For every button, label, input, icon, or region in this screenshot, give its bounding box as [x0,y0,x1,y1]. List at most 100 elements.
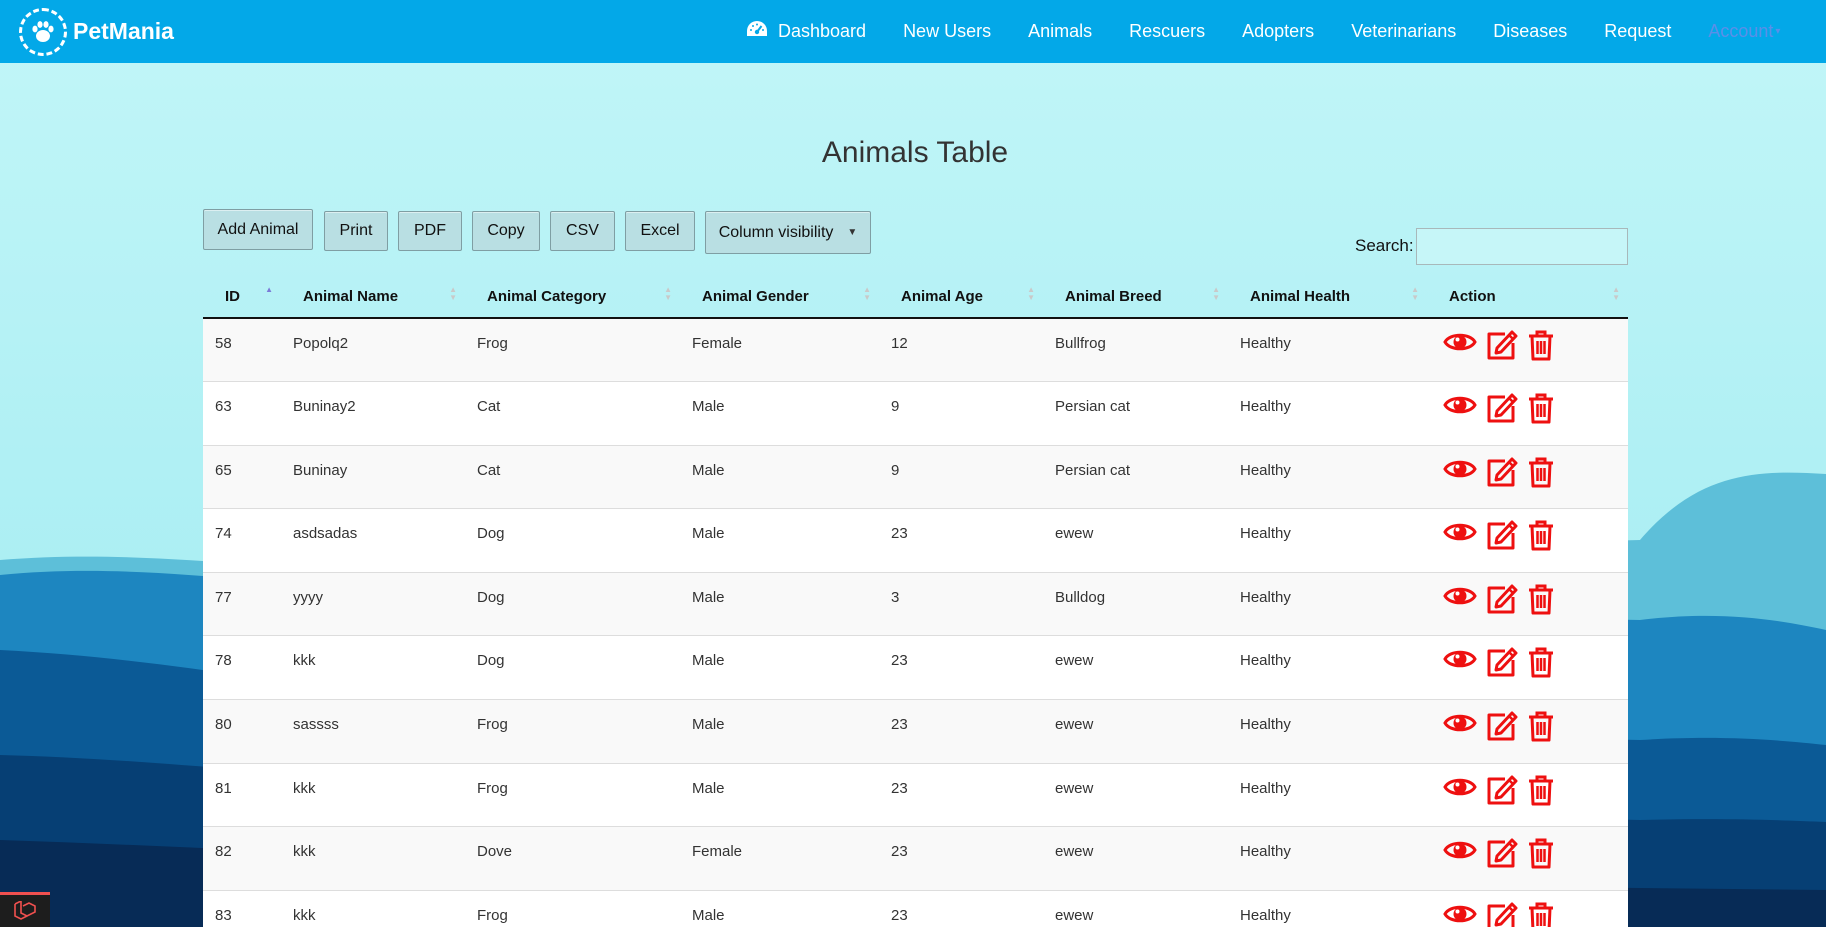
eye-icon[interactable] [1443,710,1477,740]
edit-icon[interactable] [1485,774,1519,810]
column-header-animal-health[interactable]: Animal Health ▲ ▼ [1228,276,1427,319]
column-visibility-label: Column visibility [718,223,834,241]
edit-icon[interactable] [1485,392,1519,428]
cell-animal-gender: Male [680,889,879,927]
cell-actions [1427,826,1628,891]
eye-icon[interactable] [1443,646,1477,676]
cell-animal-health: Healthy [1228,889,1427,927]
table-body: 58 Popolq2 Frog Female 12 Bullfrog Healthy 63 Bu… [203,318,1628,927]
cell-animal-breed: Persian cat [1043,444,1228,509]
trash-icon[interactable] [1527,583,1555,619]
nav-links: Dashboard New Users Animals Rescuers Ado… [746,0,1780,63]
cell-animal-name: kkk [281,762,465,827]
cell-id: 77 [203,571,281,636]
cell-animal-health: Healthy [1228,381,1427,446]
trash-icon[interactable] [1527,329,1555,365]
edit-icon[interactable] [1485,456,1519,492]
eye-icon[interactable] [1443,774,1477,804]
trash-icon[interactable] [1527,392,1555,428]
eye-icon[interactable] [1443,837,1477,867]
brand[interactable]: PetMania [19,7,174,56]
cell-actions [1427,699,1628,764]
search-input[interactable] [1416,228,1628,265]
nav-adopters[interactable]: Adopters [1242,21,1314,42]
column-visibility-button[interactable]: Column visibility ▼ [705,211,871,254]
eye-icon[interactable] [1443,583,1477,613]
table-row: 65 Buninay Cat Male 9 Persian cat Healthy [203,444,1628,509]
column-header-action[interactable]: Action ▲ ▼ [1427,276,1628,319]
sort-icon: ▲ ▼ [1411,285,1419,302]
trash-icon[interactable] [1527,901,1555,927]
eye-icon[interactable] [1443,901,1477,927]
eye-icon[interactable] [1443,329,1477,359]
cell-animal-category: Frog [465,699,680,764]
cell-id: 78 [203,635,281,700]
edit-icon[interactable] [1485,583,1519,619]
csv-button[interactable]: CSV [550,211,615,251]
sort-icon: ▲ ▼ [664,285,672,302]
nav-animals[interactable]: Animals [1028,21,1092,42]
copy-button[interactable]: Copy [472,211,540,251]
cell-animal-health: Healthy [1240,335,1291,352]
cell-animal-name: kkk [281,889,465,927]
cell-animal-gender: Male [680,444,879,509]
cell-actions [1427,635,1628,700]
animals-table: ID ▲ Animal Name ▲ ▼ Animal Category ▲ ▼ Anim… [203,276,1628,927]
trash-icon[interactable] [1527,837,1555,873]
nav-account-dropdown[interactable]: Account ▾ [1708,21,1780,42]
cell-animal-category: Dog [465,635,680,700]
trash-icon[interactable] [1527,774,1555,810]
paw-icon [19,7,67,56]
nav-diseases[interactable]: Diseases [1493,21,1567,42]
cell-animal-breed: Persian cat [1043,381,1228,446]
print-button[interactable]: Print [324,211,388,251]
nav-rescuers[interactable]: Rescuers [1129,21,1205,42]
trash-icon[interactable] [1527,646,1555,682]
cell-animal-name: kkk [281,635,465,700]
column-header-animal-age[interactable]: Animal Age ▲ ▼ [879,276,1043,319]
cell-animal-age: 23 [879,508,1043,573]
cell-animal-health: Healthy [1228,571,1427,636]
nav-new-users[interactable]: New Users [903,21,991,42]
edit-icon[interactable] [1485,329,1519,365]
cell-animal-gender: Female [692,335,743,352]
chevron-down-icon: ▾ [1775,26,1781,37]
cell-animal-breed: ewew [1043,635,1228,700]
cell-animal-age: 23 [879,762,1043,827]
column-header-animal-breed[interactable]: Animal Breed ▲ ▼ [1043,276,1228,319]
nav-veterinarians[interactable]: Veterinarians [1351,21,1456,42]
trash-icon[interactable] [1527,519,1555,555]
laravel-debugbar-icon[interactable] [0,892,50,927]
column-header-animal-gender[interactable]: Animal Gender ▲ ▼ [680,276,879,319]
edit-icon[interactable] [1485,646,1519,682]
excel-button[interactable]: Excel [625,211,695,251]
edit-icon[interactable] [1485,519,1519,555]
cell-id: 58 [215,335,232,352]
edit-icon[interactable] [1485,710,1519,746]
cell-animal-breed: ewew [1043,699,1228,764]
nav-dashboard[interactable]: Dashboard [746,20,866,43]
trash-icon[interactable] [1527,710,1555,746]
eye-icon[interactable] [1443,392,1477,422]
eye-icon[interactable] [1443,456,1477,486]
add-animal-button[interactable]: Add Animal [203,209,313,250]
table-row: 81 kkk Frog Male 23 ewew Healthy [203,762,1628,827]
eye-icon[interactable] [1443,519,1477,549]
pdf-button[interactable]: PDF [398,211,462,251]
trash-icon[interactable] [1527,456,1555,492]
column-header-animal-category[interactable]: Animal Category ▲ ▼ [465,276,680,319]
table-row: 77 yyyy Dog Male 3 Bulldog Healthy [203,571,1628,636]
sort-icon: ▲ ▼ [863,285,871,302]
table-row: 82 kkk Dove Female 23 ewew Healthy [203,826,1628,891]
cell-actions [1427,571,1628,636]
cell-actions [1427,444,1628,509]
cell-actions [1427,508,1628,573]
cell-actions [1427,381,1628,446]
cell-animal-age: 9 [879,444,1043,509]
nav-request[interactable]: Request [1604,21,1671,42]
column-header-id[interactable]: ID ▲ [203,276,281,319]
table-row: 58 Popolq2 Frog Female 12 Bullfrog Healthy [203,318,1628,382]
column-header-animal-name[interactable]: Animal Name ▲ ▼ [281,276,465,319]
edit-icon[interactable] [1485,901,1519,927]
edit-icon[interactable] [1485,837,1519,873]
